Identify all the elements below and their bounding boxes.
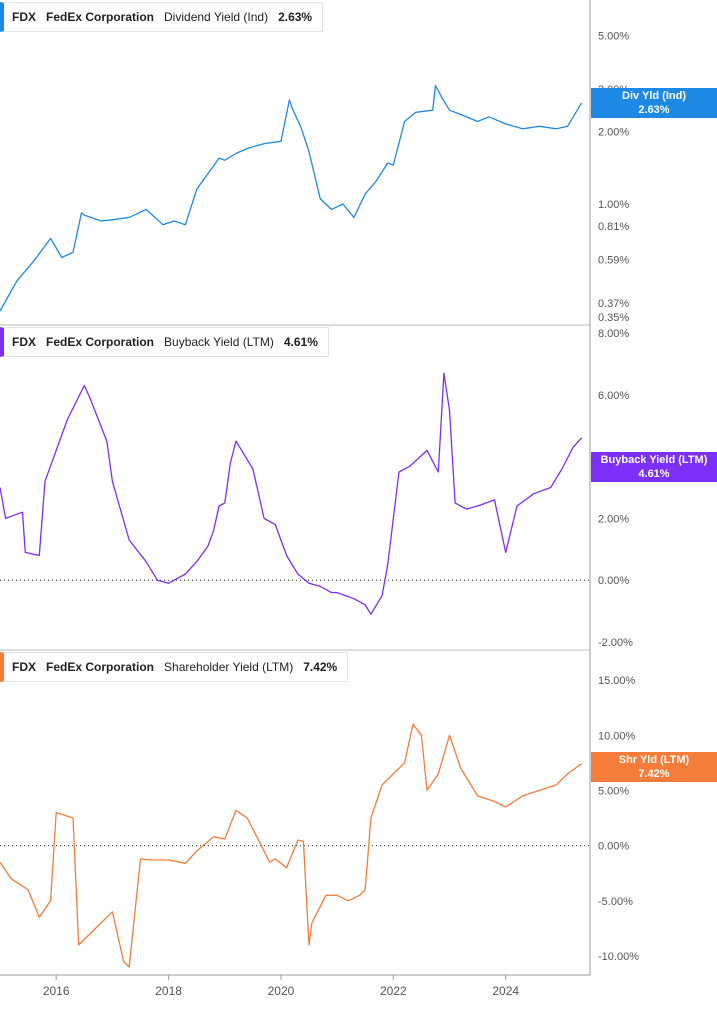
legend-metric: Buyback Yield (LTM) bbox=[164, 335, 274, 349]
y-tick-label: 0.00% bbox=[598, 575, 629, 587]
legend-value: 7.42% bbox=[303, 660, 338, 674]
y-tick-label: 2.00% bbox=[598, 513, 629, 525]
series-line bbox=[0, 372, 583, 615]
legend-company: FedEx Corporation bbox=[46, 10, 155, 24]
last-value-pill-shareholder: Shr Yld (LTM) 7.42% bbox=[591, 752, 717, 782]
pill-value: 4.61% bbox=[638, 468, 670, 480]
y-tick-label: 15.00% bbox=[598, 675, 636, 687]
y-tick-label: 0.35% bbox=[598, 312, 629, 324]
y-tick-label: -5.00% bbox=[598, 896, 633, 908]
x-tick-label: 2016 bbox=[43, 984, 70, 998]
chart-svg: 5.00%3.00%2.00%1.00%0.81%0.59%0.37%0.35%… bbox=[0, 0, 639, 998]
y-tick-label: 5.00% bbox=[598, 785, 629, 797]
y-tick-label: 10.00% bbox=[598, 730, 636, 742]
legend-company: FedEx Corporation bbox=[46, 660, 155, 674]
y-tick-label: 5.00% bbox=[598, 30, 629, 42]
last-value-pill-buyback: Buyback Yield (LTM) 4.61% bbox=[591, 452, 717, 482]
y-tick-label: 0.81% bbox=[598, 221, 629, 233]
y-tick-label: 2.00% bbox=[598, 126, 629, 138]
legend-metric: Dividend Yield (Ind) bbox=[164, 10, 269, 24]
legend-value: 2.63% bbox=[278, 10, 313, 24]
legend-company: FedEx Corporation bbox=[46, 335, 155, 349]
x-tick-label: 2022 bbox=[380, 984, 407, 998]
y-tick-label: 0.00% bbox=[598, 841, 629, 853]
pill-value: 7.42% bbox=[638, 768, 670, 780]
x-tick-label: 2020 bbox=[268, 984, 295, 998]
last-value-pill-dividend: Div Yld (Ind) 2.63% bbox=[591, 88, 717, 118]
pill-label: Shr Yld (LTM) bbox=[618, 754, 690, 766]
legend-buyback-yield: FDX FedEx Corporation Buyback Yield (LTM… bbox=[0, 327, 329, 357]
y-tick-label: 0.59% bbox=[598, 254, 629, 266]
legend-dividend-yield: FDX FedEx Corporation Dividend Yield (In… bbox=[0, 2, 324, 32]
series-line bbox=[0, 723, 582, 968]
pill-label: Buyback Yield (LTM) bbox=[600, 454, 708, 466]
y-tick-label: -10.00% bbox=[598, 951, 639, 963]
legend-metric: Shareholder Yield (LTM) bbox=[164, 660, 294, 674]
y-tick-label: 6.00% bbox=[598, 390, 629, 402]
legend-shareholder-yield: FDX FedEx Corporation Shareholder Yield … bbox=[0, 652, 349, 682]
pill-label: Div Yld (Ind) bbox=[622, 90, 686, 102]
y-tick-label: 0.37% bbox=[598, 298, 629, 310]
legend-ticker: FDX bbox=[12, 335, 36, 349]
legend-ticker: FDX bbox=[12, 10, 36, 24]
y-tick-label: 1.00% bbox=[598, 199, 629, 211]
chart-root: 5.00%3.00%2.00%1.00%0.81%0.59%0.37%0.35%… bbox=[0, 0, 717, 1005]
y-tick-label: 8.00% bbox=[598, 328, 629, 340]
y-tick-label: -2.00% bbox=[598, 637, 633, 649]
legend-value: 4.61% bbox=[283, 335, 318, 349]
series-line bbox=[0, 84, 583, 312]
legend-ticker: FDX bbox=[12, 660, 36, 674]
pill-value: 2.63% bbox=[638, 104, 670, 116]
x-tick-label: 2024 bbox=[492, 984, 519, 998]
x-tick-label: 2018 bbox=[155, 984, 182, 998]
